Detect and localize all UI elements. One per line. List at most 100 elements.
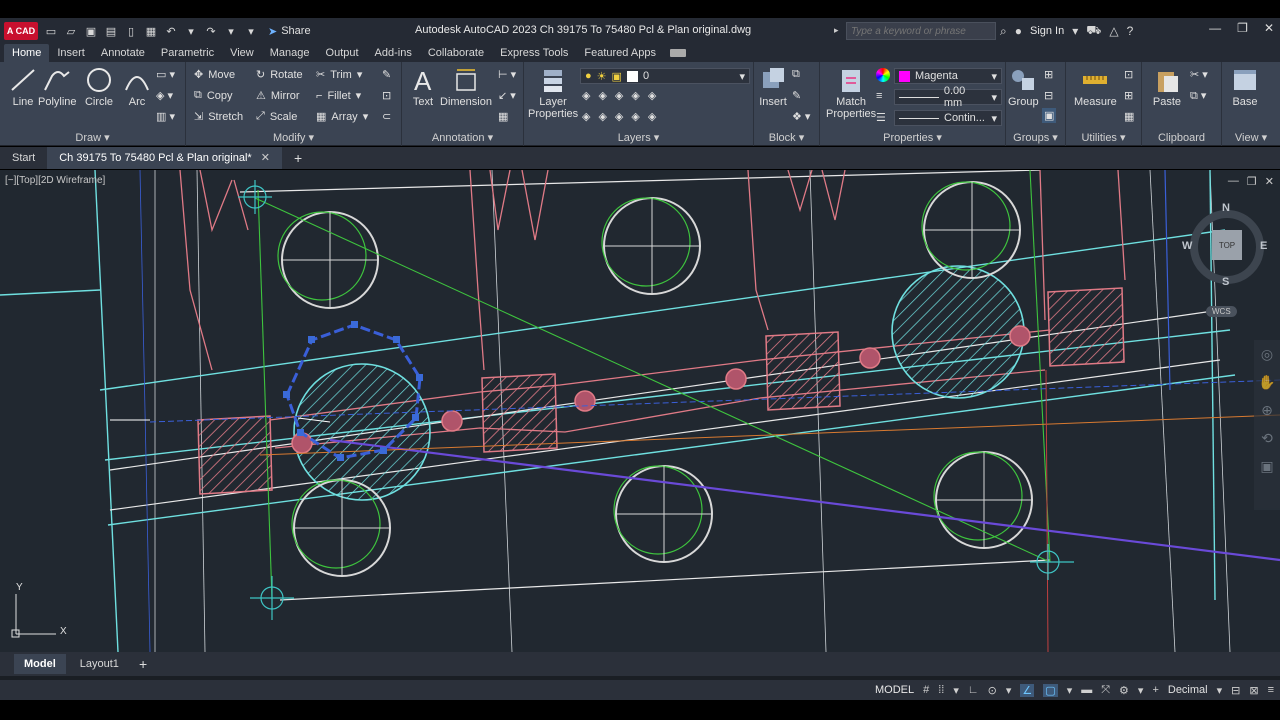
autocad-logo[interactable]: A CAD: [4, 22, 38, 40]
layer-tools-row-1[interactable]: ◈◈◈◈◈: [582, 89, 664, 102]
utilities-panel-title[interactable]: Utilities ▾: [1066, 131, 1141, 144]
search-input[interactable]: [846, 22, 996, 40]
compass-east[interactable]: E: [1260, 240, 1267, 252]
edit-block-icon[interactable]: ✎: [792, 89, 801, 102]
snap-icon[interactable]: ⁞⁞: [938, 684, 944, 696]
minimize-icon[interactable]: —: [1209, 21, 1221, 35]
layers-panel-title[interactable]: Layers ▾: [524, 131, 753, 144]
match-properties-tool[interactable]: Match Properties: [826, 66, 876, 120]
search-icon[interactable]: ⌕: [1000, 24, 1007, 39]
properties-panel-title[interactable]: Properties ▾: [820, 131, 1005, 144]
isolate-objects-icon[interactable]: ⊠: [1249, 684, 1258, 697]
trim-tool[interactable]: ✂ Trim ▾: [316, 68, 362, 82]
object-snap-tracking-icon[interactable]: ∠: [1020, 683, 1035, 697]
viewport-restore-icon[interactable]: ❐: [1247, 175, 1257, 188]
cart-icon[interactable]: ⛟: [1086, 23, 1101, 39]
offset-icon[interactable]: ⊂: [382, 110, 391, 123]
compass-south[interactable]: S: [1222, 276, 1229, 288]
fillet-tool[interactable]: ⌐ Fillet ▾: [316, 89, 361, 103]
open-folder-icon[interactable]: ▱: [62, 22, 80, 40]
new-tab-icon[interactable]: +: [294, 150, 302, 166]
add-layout-icon[interactable]: +: [139, 656, 147, 672]
sign-in-dropdown-icon[interactable]: ▾: [1072, 24, 1078, 38]
workspace-gear-icon[interactable]: ⚙: [1119, 684, 1129, 697]
color-dropdown[interactable]: Magenta ▾: [894, 68, 1002, 84]
rotate-tool[interactable]: ↻ Rotate: [256, 68, 303, 82]
autodesk-app-icon[interactable]: △: [1109, 24, 1118, 38]
lineweight-toggle-icon[interactable]: ▬: [1081, 684, 1092, 696]
transparency-icon[interactable]: ⤧: [1101, 684, 1110, 697]
workspace-dropdown-icon[interactable]: ▾: [1138, 684, 1144, 697]
search-expand-icon[interactable]: ▸: [834, 25, 839, 36]
tab-home[interactable]: Home: [4, 44, 50, 62]
new-file-icon[interactable]: ▭: [42, 22, 60, 40]
group-edit-icon[interactable]: ⊟: [1044, 89, 1053, 102]
units-display[interactable]: Decimal: [1168, 684, 1208, 696]
stretch-tool[interactable]: ⇲ Stretch: [194, 110, 243, 124]
ribbon-minimize-icon[interactable]: [669, 49, 686, 57]
quick-properties-icon[interactable]: ⊟: [1231, 684, 1240, 697]
dimension-tool[interactable]: Dimension: [440, 66, 492, 108]
save-as-icon[interactable]: ▤: [102, 22, 120, 40]
clipboard-panel-title[interactable]: Clipboard: [1142, 132, 1221, 144]
layer-properties-tool[interactable]: Layer Properties: [528, 66, 578, 120]
copy-tool[interactable]: ⧉ Copy: [194, 89, 233, 102]
base-tool[interactable]: Base: [1230, 66, 1260, 108]
polar-dropdown-icon[interactable]: ▾: [1006, 684, 1012, 697]
lineweight-dropdown[interactable]: 0.00 mm ▾: [894, 85, 1002, 109]
measure-tool[interactable]: Measure: [1074, 66, 1117, 108]
compass-west[interactable]: W: [1182, 240, 1192, 252]
nav-tools[interactable]: ◎ ✋ ⊕ ⟲ ▣: [1254, 340, 1280, 480]
circle-tool[interactable]: Circle: [84, 66, 114, 108]
text-tool[interactable]: A Text: [408, 66, 438, 108]
table-icon[interactable]: ▦: [498, 110, 508, 123]
insert-tool[interactable]: Insert: [758, 66, 788, 108]
tab-model[interactable]: Model: [14, 654, 66, 674]
customize-qat-icon[interactable]: ▾: [242, 22, 260, 40]
tab-active-drawing[interactable]: Ch 39175 To 75480 Pcl & Plan original* ✕: [47, 147, 282, 169]
redo-icon[interactable]: ↷: [202, 22, 220, 40]
mirror-tool[interactable]: ⚠ Mirror: [256, 89, 300, 103]
move-tool[interactable]: ✥ Move: [194, 68, 235, 82]
redo-dropdown-icon[interactable]: ▾: [222, 22, 240, 40]
view-panel-title[interactable]: View ▾: [1222, 131, 1280, 144]
save-icon[interactable]: ▣: [82, 22, 100, 40]
viewport-close-icon[interactable]: ✕: [1265, 175, 1274, 188]
tab-view[interactable]: View: [222, 44, 262, 62]
polar-icon[interactable]: ⊙: [988, 684, 997, 697]
viewport-minimize-icon[interactable]: —: [1228, 175, 1239, 188]
snap-dropdown-icon[interactable]: ▾: [953, 684, 959, 697]
modify-panel-title[interactable]: Modify ▾: [186, 131, 401, 144]
viewcube-top-face[interactable]: TOP: [1212, 230, 1242, 260]
viewcube[interactable]: N S E W TOP WCS: [1182, 200, 1270, 320]
undo-icon[interactable]: ↶: [162, 22, 180, 40]
linear-dimension-icon[interactable]: ⊢ ▾: [498, 68, 516, 81]
line-tool[interactable]: Line: [8, 66, 38, 108]
units-dropdown-icon[interactable]: ▾: [1217, 684, 1223, 697]
sign-in-button[interactable]: Sign In: [1030, 25, 1064, 37]
tab-insert[interactable]: Insert: [49, 44, 93, 62]
ortho-icon[interactable]: ∟: [968, 684, 979, 696]
arc-tool[interactable]: Arc: [122, 66, 152, 108]
annotation-plus-icon[interactable]: +: [1152, 684, 1158, 696]
tab-add-ins[interactable]: Add-ins: [367, 44, 420, 62]
tab-featured-apps[interactable]: Featured Apps: [576, 44, 664, 62]
hatch-icon[interactable]: ◈ ▾: [156, 89, 173, 102]
annotation-panel-title[interactable]: Annotation ▾: [402, 131, 523, 144]
leader-icon[interactable]: ↙ ▾: [498, 89, 516, 102]
tab-start[interactable]: Start: [0, 147, 47, 169]
layer-tools-row-2[interactable]: ◈◈◈◈◈: [582, 110, 664, 123]
share-button[interactable]: ➤ Share: [268, 25, 311, 38]
user-icon[interactable]: ●: [1015, 24, 1022, 38]
polyline-tool[interactable]: Polyline: [38, 66, 77, 108]
ungroup-icon[interactable]: ⊞: [1044, 68, 1053, 81]
undo-dropdown-icon[interactable]: ▾: [182, 22, 200, 40]
open-web-icon[interactable]: ▯: [122, 22, 140, 40]
block-panel-title[interactable]: Block ▾: [754, 131, 819, 144]
scale-tool[interactable]: ⤢ Scale: [256, 110, 297, 123]
customization-menu-icon[interactable]: ≡: [1268, 684, 1274, 696]
grid-icon[interactable]: #: [923, 684, 929, 696]
help-icon[interactable]: ?: [1127, 24, 1134, 38]
linetype-dropdown[interactable]: Contin... ▾: [894, 110, 1002, 126]
tab-express-tools[interactable]: Express Tools: [492, 44, 576, 62]
